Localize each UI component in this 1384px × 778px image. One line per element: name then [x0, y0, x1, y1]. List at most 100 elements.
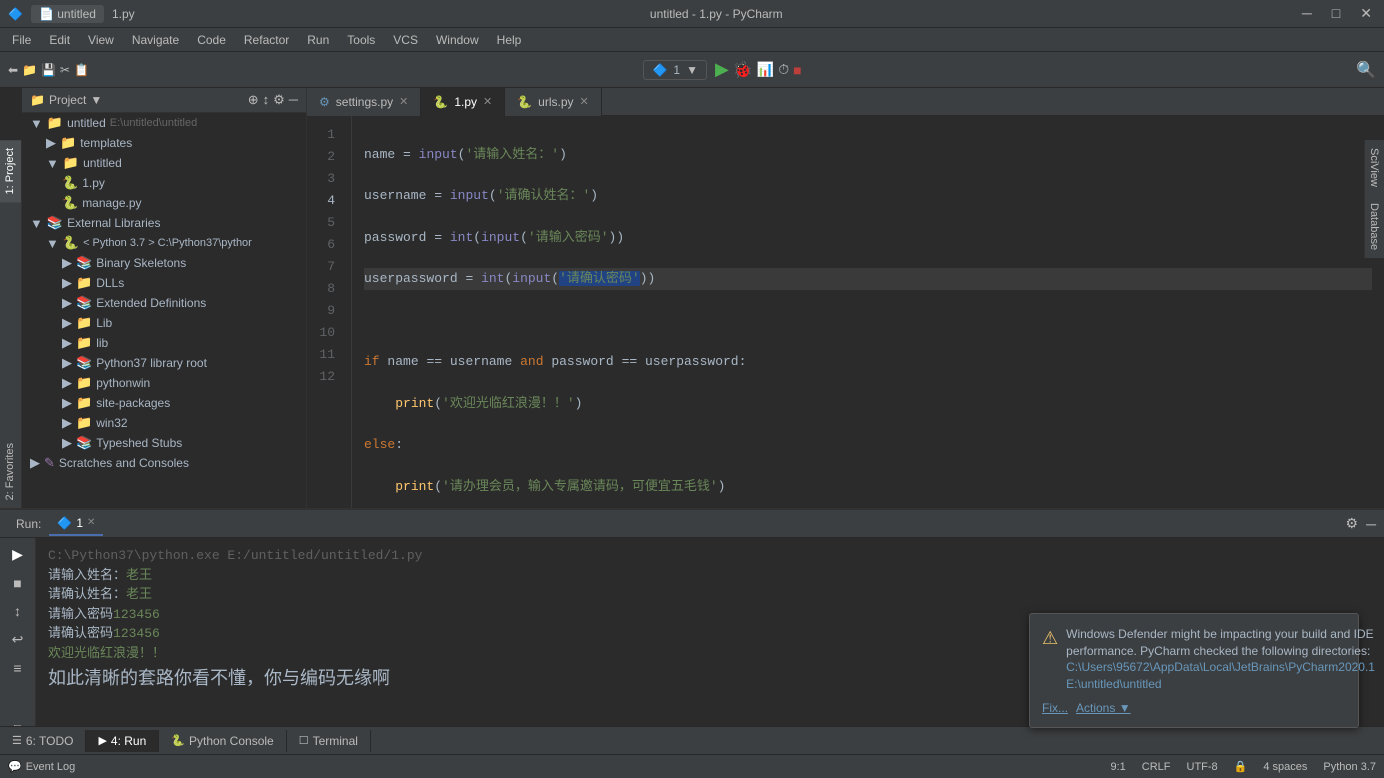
profile-button[interactable]: ⏱: [778, 61, 789, 78]
tree-item-site-packages[interactable]: ▶ 📁 site-packages: [22, 393, 306, 413]
todo-label: 6: TODO: [26, 734, 74, 748]
window-file-label: 1.py: [112, 7, 135, 21]
toolbar-icon-3[interactable]: 💾: [41, 63, 56, 77]
vtab-favorites[interactable]: 2: Favorites: [0, 435, 21, 508]
panel-add-icon[interactable]: ⊕: [248, 92, 259, 108]
rtab-database[interactable]: Database: [1365, 195, 1384, 258]
settings-tab-icon: ⚙: [319, 95, 330, 109]
debug-button[interactable]: 🐞: [733, 60, 753, 80]
panel-settings-icon[interactable]: ⚙: [273, 92, 285, 108]
panel-minimize-icon[interactable]: ─: [289, 92, 298, 108]
tree-item-1py[interactable]: 🐍 1.py: [22, 173, 306, 193]
rtab-sciview[interactable]: SciView: [1365, 140, 1384, 195]
urlspy-tab-close[interactable]: ✕: [580, 95, 589, 108]
vtab-project[interactable]: 1: Project: [0, 140, 21, 202]
menu-vcs[interactable]: VCS: [385, 31, 426, 49]
panel-title: Project: [49, 93, 86, 107]
toolbar-icon-1[interactable]: ⬅: [8, 63, 18, 77]
tree-item-typeshed[interactable]: ▶ 📚 Typeshed Stubs: [22, 433, 306, 453]
bottom-tab-terminal[interactable]: ☐ Terminal: [287, 730, 371, 752]
run-scroll-button[interactable]: ↕: [10, 599, 25, 623]
close-button[interactable]: ✕: [1356, 5, 1376, 22]
menu-run[interactable]: Run: [299, 31, 337, 49]
stop-button[interactable]: ■: [793, 62, 801, 78]
templates-expand-icon: ▶: [46, 135, 56, 151]
line-num-6: 6: [307, 234, 343, 256]
menu-window[interactable]: Window: [428, 31, 487, 49]
status-encoding[interactable]: UTF-8: [1187, 761, 1218, 773]
settings-tab-close[interactable]: ✕: [399, 95, 408, 108]
py37-root-label: Python37 library root: [96, 356, 207, 370]
menu-navigate[interactable]: Navigate: [124, 31, 187, 49]
status-position[interactable]: 9:1: [1110, 761, 1125, 773]
status-line-ending[interactable]: CRLF: [1142, 761, 1171, 773]
panel-dropdown-icon[interactable]: ▼: [90, 93, 102, 107]
tree-item-managepy[interactable]: 🐍 manage.py: [22, 193, 306, 213]
menubar: File Edit View Navigate Code Refactor Ru…: [0, 28, 1384, 52]
maximize-button[interactable]: □: [1328, 5, 1344, 22]
run-filter-button[interactable]: ≡: [9, 656, 25, 680]
window-tab[interactable]: 📄 untitled: [31, 5, 104, 23]
run-button[interactable]: ▶: [715, 59, 729, 80]
run-tab-close[interactable]: ✕: [87, 517, 95, 528]
status-event-log[interactable]: 💬 Event Log: [8, 760, 75, 773]
menu-edit[interactable]: Edit: [41, 31, 78, 49]
run-stop-button[interactable]: ■: [9, 571, 25, 595]
ext-defs-icon: 📚: [76, 295, 92, 311]
search-everywhere-button[interactable]: 🔍: [1356, 60, 1376, 80]
menu-view[interactable]: View: [80, 31, 122, 49]
toolbar-icon-5[interactable]: 📋: [74, 63, 89, 77]
status-indent[interactable]: 4 spaces: [1263, 761, 1307, 773]
tree-item-external-libs[interactable]: ▼ 📚 External Libraries: [22, 213, 306, 233]
run-wrap-button[interactable]: ↩: [8, 627, 28, 652]
toolbar-icon-2[interactable]: 📁: [22, 63, 37, 77]
tree-item-python37[interactable]: ▼ 🐍 < Python 3.7 > C:\Python37\pythor: [22, 233, 306, 253]
bottom-tab-todo[interactable]: ☰ 6: TODO: [0, 730, 86, 752]
win32-expand-icon: ▶: [62, 415, 72, 431]
bottom-tab-run[interactable]: ▶ 4: Run: [86, 730, 159, 752]
tab-urlspy[interactable]: 🐍 urls.py ✕: [505, 88, 602, 116]
menu-file[interactable]: File: [4, 31, 39, 49]
tree-item-lib-lower[interactable]: ▶ 📁 lib: [22, 333, 306, 353]
panel-scroll-icon[interactable]: ↕: [263, 92, 270, 108]
run-minimize-button[interactable]: ─: [1366, 516, 1376, 532]
toolbar-icon-4[interactable]: ✂: [60, 63, 70, 77]
notification-fix-link[interactable]: Fix...: [1042, 701, 1068, 715]
run-config-dropdown-icon[interactable]: ▼: [686, 63, 698, 77]
tree-item-templates[interactable]: ▶ 📁 templates: [22, 133, 306, 153]
notification-title: Windows Defender might be impacting your…: [1066, 627, 1374, 658]
menu-refactor[interactable]: Refactor: [236, 31, 297, 49]
tree-item-scratches[interactable]: ▶ ✎ Scratches and Consoles: [22, 453, 306, 473]
menu-help[interactable]: Help: [489, 31, 530, 49]
tab-1py[interactable]: 🐍 1.py ✕: [421, 88, 505, 116]
coverage-button[interactable]: 📊: [757, 61, 774, 78]
tree-item-untitled-sub[interactable]: ▼ 📁 untitled: [22, 153, 306, 173]
status-interpreter[interactable]: Python 3.7: [1323, 761, 1376, 773]
line-numbers: 1 2 3 4 5 6 7 8 9 10 11 12: [307, 116, 352, 508]
tree-item-extended-defs[interactable]: ▶ 📚 Extended Definitions: [22, 293, 306, 313]
status-bar: 💬 Event Log 9:1 CRLF UTF-8 🔒 4 spaces Py…: [0, 754, 1384, 778]
typeshed-label: Typeshed Stubs: [96, 436, 182, 450]
code-editor[interactable]: name = input('请输入姓名：') username = input(…: [352, 116, 1384, 508]
run-play-button[interactable]: ▶: [8, 542, 27, 567]
status-encoding-lock[interactable]: 🔒: [1234, 760, 1248, 773]
run-tab-1[interactable]: 🔷 1 ✕: [49, 512, 103, 536]
console-line-path: C:\Python37\python.exe E:/untitled/untit…: [48, 546, 1372, 566]
tree-item-py37-root[interactable]: ▶ 📚 Python37 library root: [22, 353, 306, 373]
1py-tab-close[interactable]: ✕: [483, 95, 492, 108]
notification-actions-link[interactable]: Actions ▼: [1076, 701, 1131, 715]
tree-item-dlls[interactable]: ▶ 📁 DLLs: [22, 273, 306, 293]
tree-item-binary-skeletons[interactable]: ▶ 📚 Binary Skeletons: [22, 253, 306, 273]
tree-item-lib-upper[interactable]: ▶ 📁 Lib: [22, 313, 306, 333]
minimize-button[interactable]: ─: [1298, 5, 1316, 22]
templates-folder-icon: 📁: [60, 135, 76, 151]
tab-settings[interactable]: ⚙ settings.py ✕: [307, 88, 421, 116]
menu-tools[interactable]: Tools: [339, 31, 383, 49]
menu-code[interactable]: Code: [189, 31, 234, 49]
tree-item-win32[interactable]: ▶ 📁 win32: [22, 413, 306, 433]
run-settings-button[interactable]: ⚙: [1338, 515, 1367, 532]
bottom-tab-python-console[interactable]: 🐍 Python Console: [159, 730, 286, 752]
tree-item-project-root[interactable]: ▼ 📁 untitled E:\untitled\untitled: [22, 113, 306, 133]
event-log-icon: 💬: [8, 760, 22, 773]
tree-item-pythonwin[interactable]: ▶ 📁 pythonwin: [22, 373, 306, 393]
